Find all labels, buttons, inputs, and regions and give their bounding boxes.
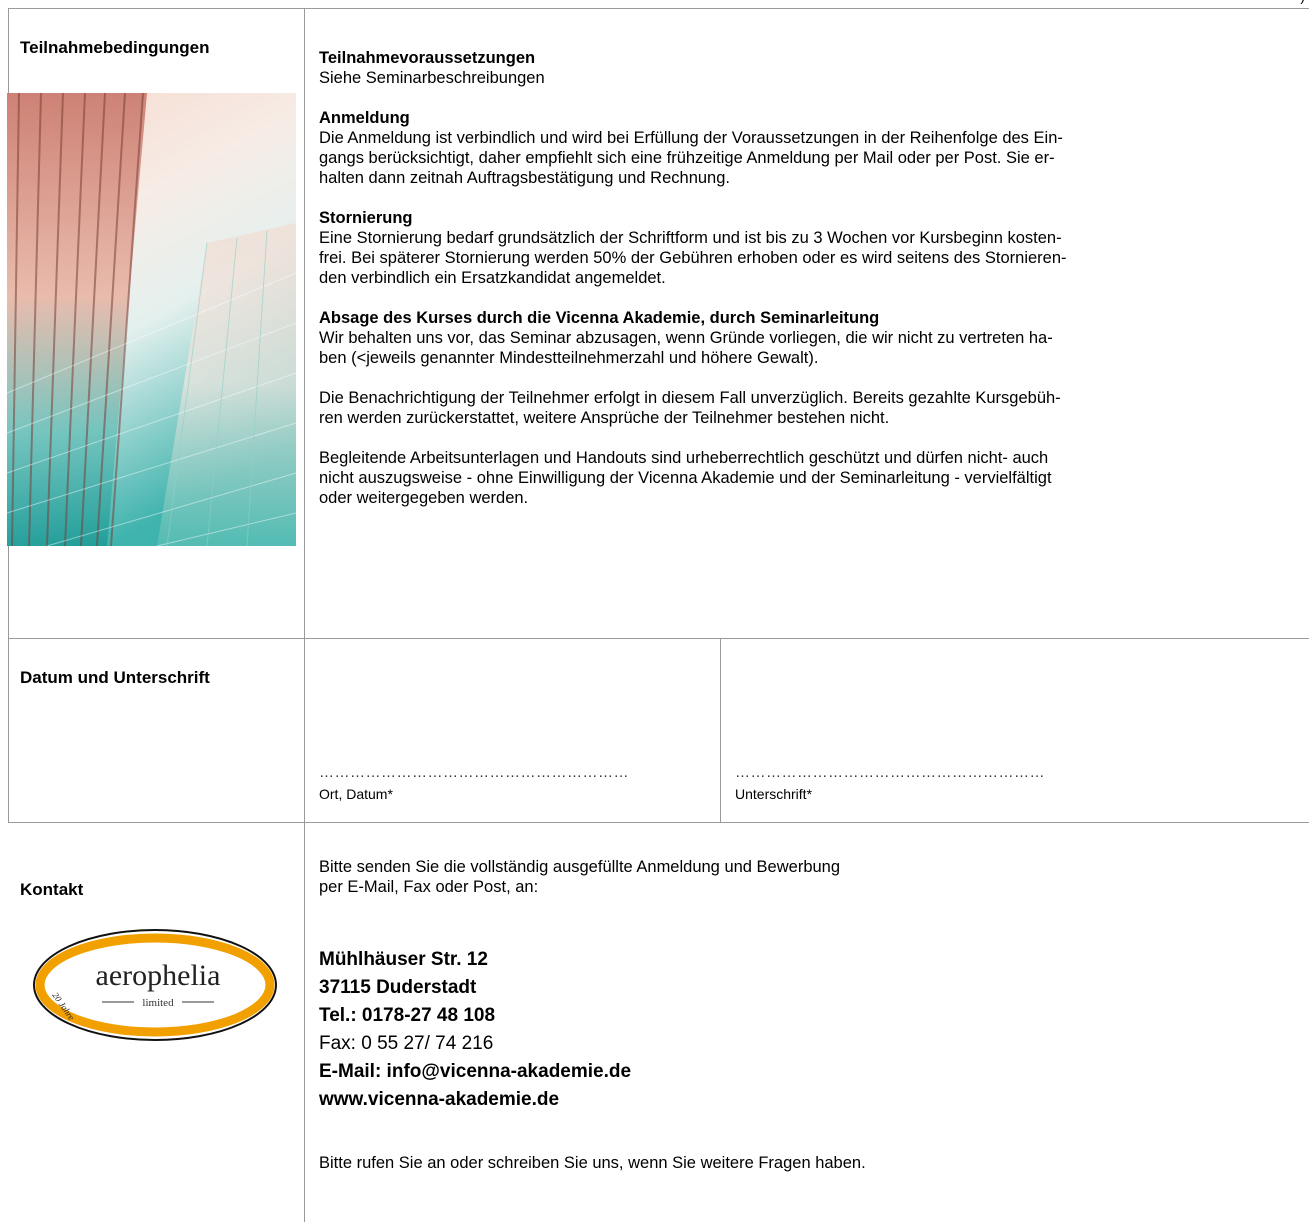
- text-line: Wir behalten uns vor, das Seminar abzusa…: [319, 329, 1053, 347]
- conditions-label: Teilnahmebedingungen: [20, 38, 210, 57]
- text-line: frei. Bei späterer Stornierung werden 50…: [319, 249, 1067, 267]
- contact-address: Mühlhäuser Str. 12 37115 Duderstadt Tel.…: [319, 946, 631, 1086]
- row-divider-1: [8, 638, 1309, 639]
- heading-anmeldung: Anmeldung: [319, 109, 410, 127]
- signature-divider: [720, 638, 721, 822]
- heading-absage: Absage des Kurses durch die Vicenna Akad…: [319, 309, 880, 327]
- phone-number[interactable]: Tel.: 0178-27 48 108: [319, 1002, 631, 1030]
- text-line: Die Anmeldung ist verbindlich und wird b…: [319, 129, 1063, 147]
- website-link[interactable]: www.vicenna-akademie.de: [319, 1086, 559, 1114]
- heading-stornierung: Stornierung: [319, 209, 413, 227]
- text-line: halten dann zeitnah Auftragsbestätigung …: [319, 169, 730, 187]
- email-address[interactable]: E-Mail: info@vicenna-akademie.de: [319, 1058, 631, 1086]
- signature-field-label: Unterschrift*: [735, 786, 813, 802]
- signature-line[interactable]: ……………………………………………………: [735, 764, 1045, 781]
- text-line: Eine Stornierung bedarf grundsätzlich de…: [319, 229, 1062, 247]
- logo-subline: limited: [142, 997, 174, 1009]
- contact-intro: Bitte senden Sie die vollständig ausgefü…: [319, 857, 840, 897]
- text-line: Die Benachrichtigung der Teilnehmer erfo…: [319, 389, 1061, 407]
- contact-outro: Bitte rufen Sie an oder schreiben Sie un…: [319, 1154, 866, 1172]
- aerophelia-logo: aerophelia limited 20 Jahre: [33, 929, 277, 1041]
- place-date-line[interactable]: ……………………………………………………: [319, 764, 629, 781]
- logo-wordmark: aerophelia: [96, 959, 221, 992]
- fax-number: Fax: 0 55 27/ 74 216: [319, 1033, 494, 1054]
- address-street: Mühlhäuser Str. 12: [319, 949, 488, 970]
- text-line: gangs berücksichtigt, daher empfiehlt si…: [319, 149, 1055, 167]
- text-line: Siehe Seminarbeschreibungen: [319, 69, 545, 87]
- building-glass-image: [7, 93, 296, 546]
- text-line: Begleitende Arbeitsunterlagen und Handou…: [319, 449, 1049, 467]
- place-date-label: Ort, Datum*: [319, 786, 393, 802]
- contact-label: Kontakt: [20, 880, 84, 899]
- text-line: oder weitergegeben werden.: [319, 489, 529, 507]
- text-line: den verbindlich ein Ersatzkandidat angem…: [319, 269, 666, 287]
- table-top-border: [8, 8, 1309, 9]
- text-line: ren werden zurückerstattet, weitere Ansp…: [319, 409, 890, 427]
- website-url[interactable]: www.vicenna-akademie.de: [319, 1086, 559, 1114]
- intro-line-2: per E-Mail, Fax oder Post, an:: [319, 878, 539, 896]
- address-city: 37115 Duderstadt: [319, 977, 477, 998]
- text-line: nicht auszugsweise - ohne Einwilligung d…: [319, 469, 1052, 487]
- heading-voraussetzungen: Teilnahmevoraussetzungen: [319, 49, 536, 67]
- page-corner-mark: ): [1300, 0, 1305, 4]
- text-line: ben (<jeweils genannter Mindestteilnehme…: [319, 349, 819, 367]
- column-divider: [304, 8, 305, 1222]
- intro-line-1: Bitte senden Sie die vollständig ausgefü…: [319, 858, 841, 876]
- signature-label: Datum und Unterschrift: [20, 668, 210, 687]
- row-divider-2: [8, 822, 1309, 823]
- conditions-text: Teilnahmevoraussetzungen Siehe Seminarbe…: [319, 48, 1304, 508]
